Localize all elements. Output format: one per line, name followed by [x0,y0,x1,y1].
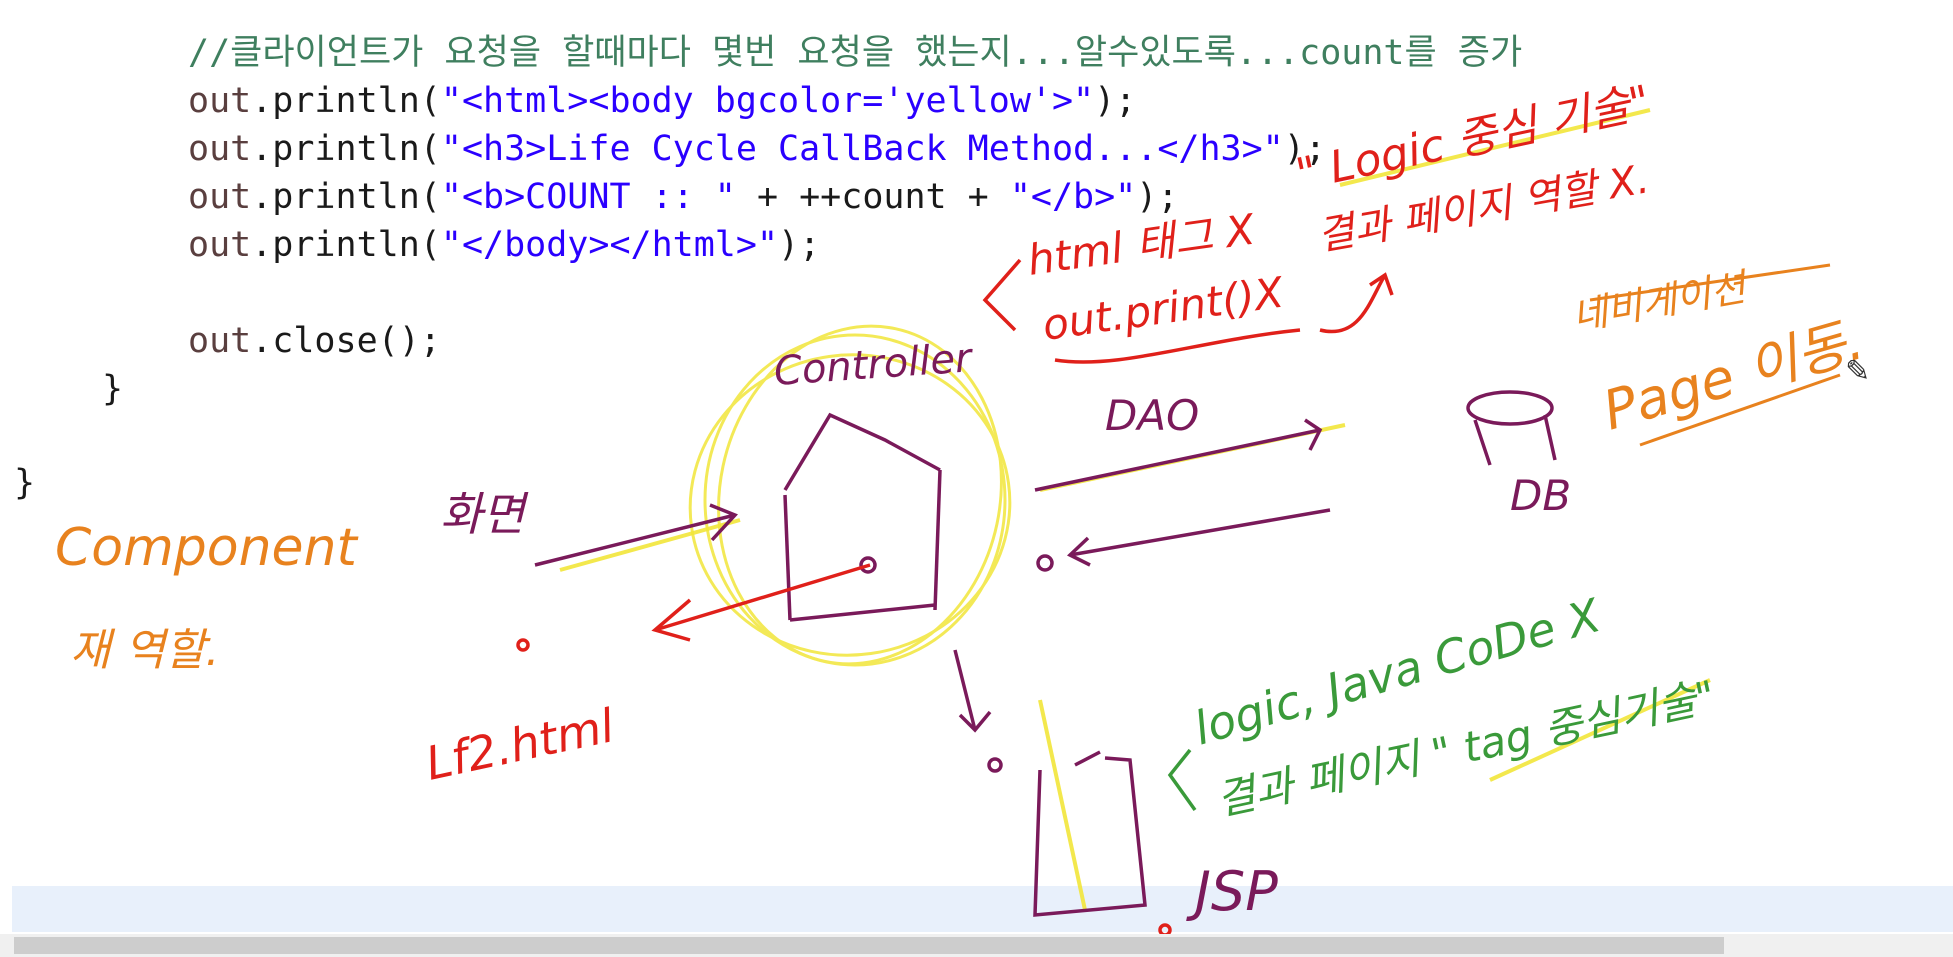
scrollbar-thumb[interactable] [14,937,1724,954]
pencil-icon: ✎ [1845,354,1871,389]
code-editor[interactable]: //클라이언트가 요청을 할때마다 몇번 요청을 했는지...알수있도록...c… [0,0,1953,957]
dao-label: DAO [1105,391,1199,440]
html-file-label: Lf2.html [421,698,619,790]
annotation-layer: Component 재 역할. 화면 Controller DAO DB JSP… [55,76,1870,937]
jsp-bracket [1167,748,1197,812]
component-role-label: 재 역할. [70,625,219,676]
screen-label: 화면 [440,487,529,541]
controller-box [783,412,942,622]
page-move-note: Page 이동. [1596,308,1870,442]
html-tag-note: html 태그 X [1025,204,1259,284]
navigation-note: 네비게이션 [1569,264,1753,338]
component-label: Component [55,518,359,578]
jsp-label: JSP [1186,860,1278,923]
horizontal-scrollbar[interactable]: ‹ [0,934,1953,957]
db-label: DB [1510,471,1571,520]
